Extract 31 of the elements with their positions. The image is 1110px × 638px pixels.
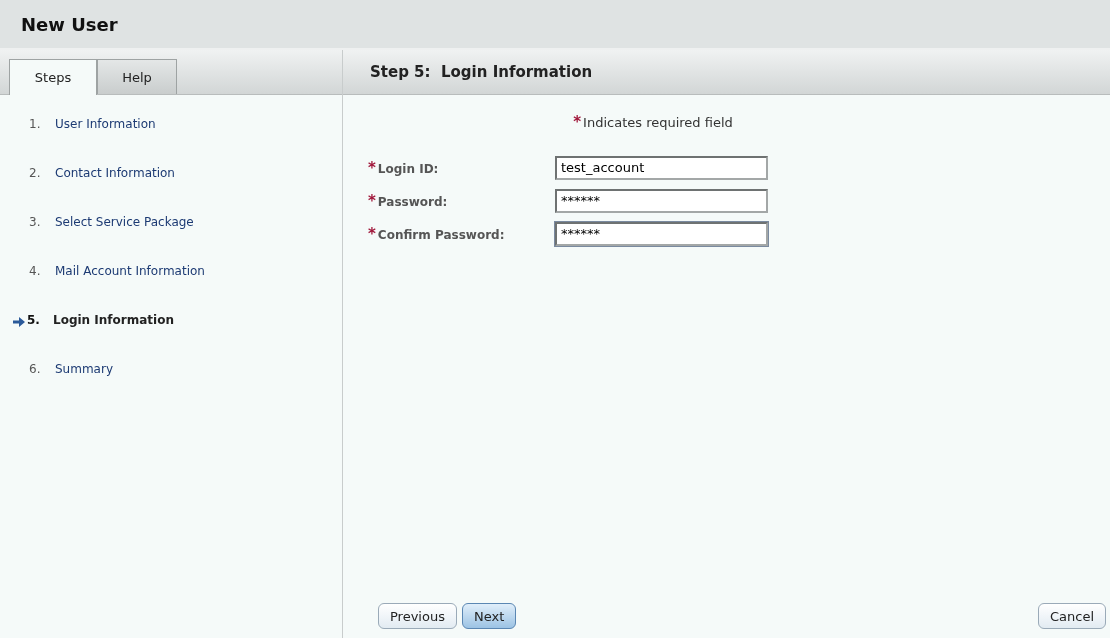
input-field[interactable]: ****** [555,188,768,213]
field-label: Login ID: [377,161,439,176]
step-link[interactable]: Contact Information [55,166,175,180]
arrow-icon [13,317,25,327]
input-field[interactable]: ****** [555,221,768,246]
button[interactable]: Cancel [1037,603,1106,629]
field-label: Confirm Password: [377,227,505,242]
input-field[interactable]: test_account [555,155,768,180]
step-number: 1. [29,117,42,131]
step-link[interactable]: Mail Account Information [55,264,205,278]
field-label: Password: [377,194,448,209]
button[interactable]: Previous [378,603,457,629]
step-number: 6. [29,362,42,376]
required-mark: * [368,191,376,210]
step-number: 3. [29,215,42,229]
next-button[interactable]: Next [461,603,517,629]
required-note: Indicates required field [583,115,733,130]
step-number: 5. [27,313,41,327]
tab[interactable]: Steps [9,59,97,95]
tab[interactable]: Help [97,59,177,94]
section-title: Step 5: Login Information [370,63,593,81]
step-number: 4. [29,264,42,278]
step-link[interactable]: Summary [55,362,113,376]
current-step: Login Information [53,313,174,327]
required-mark: * [368,224,376,243]
window-title: New User [21,13,118,35]
required-mark: * [573,113,582,131]
step-link[interactable]: Select Service Package [55,215,194,229]
step-number: 2. [29,166,42,180]
required-mark: * [368,158,376,177]
step-link[interactable]: User Information [55,117,156,131]
